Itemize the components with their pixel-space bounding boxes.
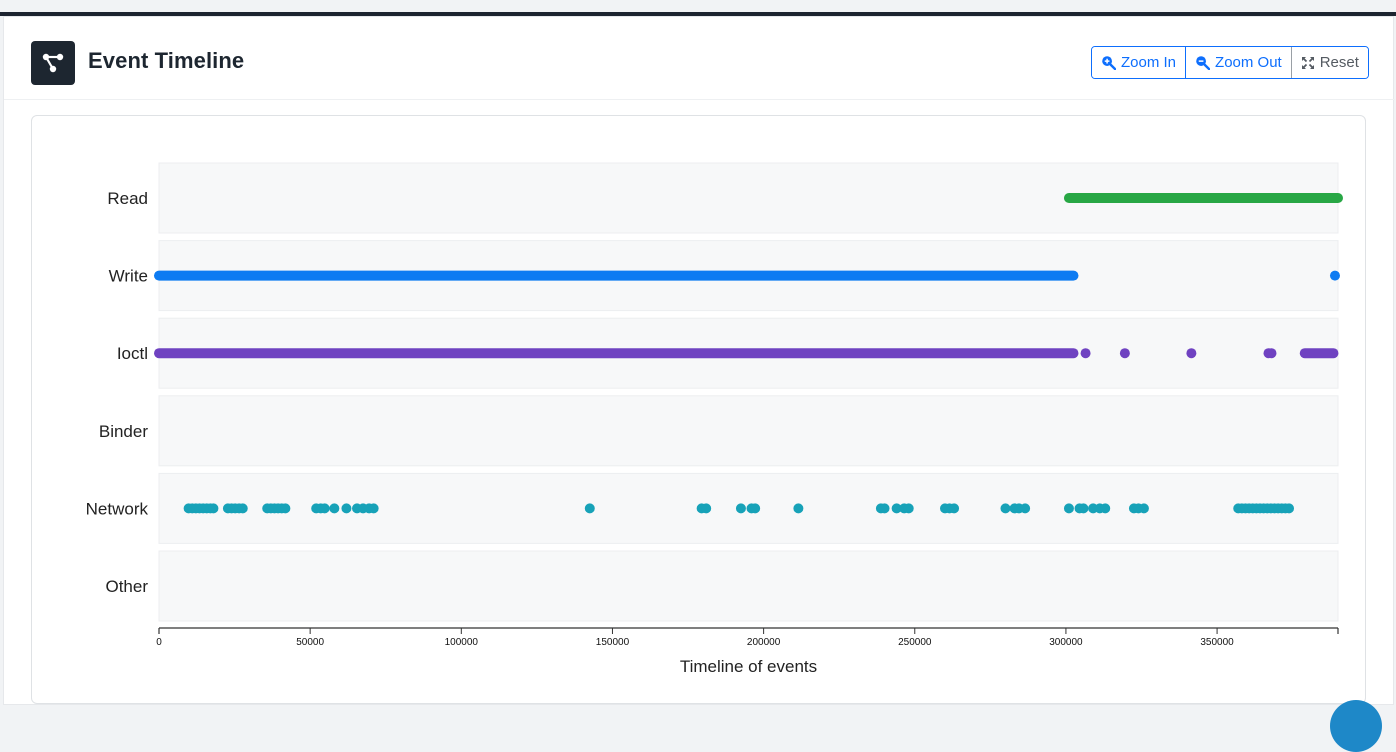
floating-action-button[interactable]	[1330, 700, 1382, 752]
event-point-network[interactable]	[237, 503, 248, 514]
page-title: Event Timeline	[88, 48, 245, 73]
event-point-ioctl[interactable]	[1080, 348, 1091, 359]
reset-label: Reset	[1319, 54, 1359, 71]
card-header: Event Timeline Zoom In Zoom Out Reset	[4, 17, 1395, 100]
chart-container: Read Write Ioctl Binder Network Other 0 50000 1…	[31, 115, 1366, 704]
lane-label-write: Write	[109, 267, 148, 286]
lane-label-binder: Binder	[99, 422, 148, 441]
zoom-out-icon	[1196, 56, 1211, 70]
lane-label-network: Network	[86, 499, 149, 518]
event-point-network[interactable]	[701, 503, 712, 514]
event-point-network[interactable]	[1078, 503, 1089, 514]
event-point-ioctl[interactable]	[1119, 348, 1130, 359]
event-point-network[interactable]	[793, 503, 804, 514]
event-point-network[interactable]	[1100, 503, 1111, 514]
event-point-network[interactable]	[280, 503, 291, 514]
zoom-in-icon	[1102, 56, 1116, 70]
share-nodes-icon	[31, 41, 75, 85]
zoom-out-button[interactable]: Zoom Out	[1186, 47, 1292, 78]
lane-label-other: Other	[105, 577, 148, 596]
x-tick-label: 300000	[1049, 637, 1083, 648]
event-point-network[interactable]	[208, 503, 219, 514]
event-point-ioctl[interactable]	[1186, 348, 1197, 359]
event-point-network[interactable]	[1138, 503, 1149, 514]
zoom-in-button[interactable]: Zoom In	[1092, 47, 1187, 78]
event-point-network[interactable]	[319, 503, 330, 514]
event-point-network[interactable]	[949, 503, 960, 514]
x-tick-label: 200000	[747, 637, 781, 648]
lane-other	[158, 550, 1339, 622]
zoom-in-label: Zoom In	[1121, 54, 1177, 71]
event-point-network[interactable]	[750, 503, 761, 514]
lane-label-read: Read	[107, 189, 148, 208]
zoom-button-group: Zoom In Zoom Out Reset	[1091, 46, 1369, 79]
top-bar	[0, 0, 1396, 16]
x-tick-label: 250000	[898, 637, 932, 648]
zoom-out-label: Zoom Out	[1215, 54, 1282, 71]
x-tick-label: 150000	[596, 637, 630, 648]
event-point-network[interactable]	[1063, 503, 1074, 514]
event-point-network[interactable]	[329, 503, 340, 514]
event-point-network[interactable]	[735, 503, 746, 514]
lane-label-ioctl: Ioctl	[117, 344, 148, 363]
event-point-network[interactable]	[903, 503, 914, 514]
x-tick-label: 350000	[1200, 637, 1234, 648]
event-point-write[interactable]	[1329, 270, 1340, 281]
timeline-card: Event Timeline Zoom In Zoom Out Reset Re…	[3, 16, 1395, 705]
x-tick-label: 50000	[296, 637, 324, 648]
x-tick-label: 100000	[445, 637, 479, 648]
event-point-network[interactable]	[368, 503, 379, 514]
reset-button[interactable]: Reset	[1291, 47, 1368, 78]
event-point-network[interactable]	[1000, 503, 1011, 514]
timeline-chart[interactable]: Read Write Ioctl Binder Network Other 0 50000 1…	[32, 116, 1365, 703]
event-point-network[interactable]	[1284, 503, 1295, 514]
x-axis-title: Timeline of events	[680, 657, 817, 676]
event-point-network[interactable]	[879, 503, 890, 514]
event-point-network[interactable]	[1020, 503, 1031, 514]
event-point-network[interactable]	[584, 503, 595, 514]
expand-icon	[1301, 56, 1314, 69]
lane-binder	[158, 395, 1339, 467]
event-point-network[interactable]	[341, 503, 352, 514]
x-tick-label: 0	[156, 637, 162, 648]
event-point-ioctl[interactable]	[1266, 348, 1277, 359]
